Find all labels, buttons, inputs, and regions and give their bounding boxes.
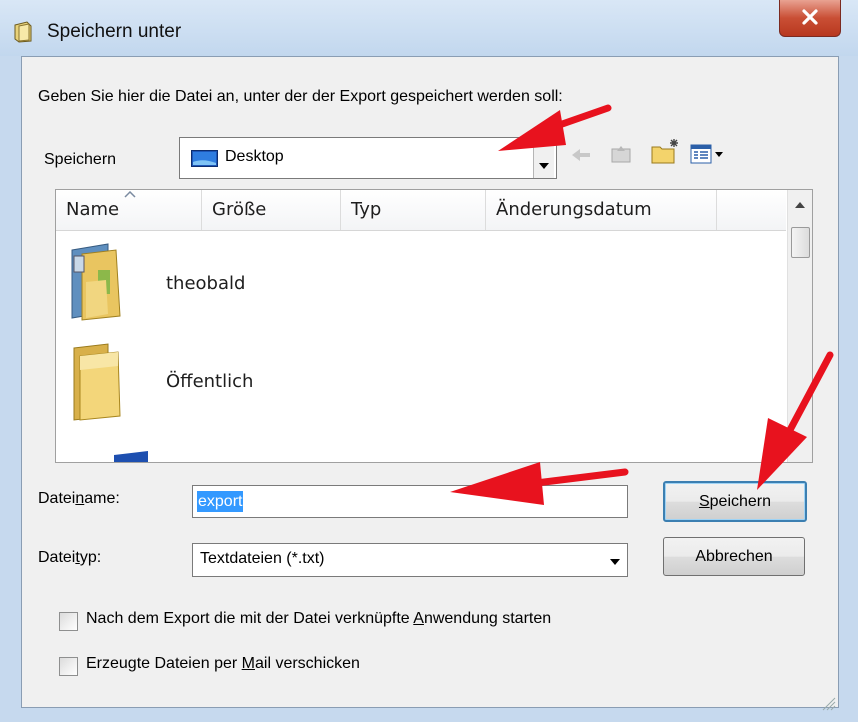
filename-input[interactable]: export bbox=[192, 485, 628, 518]
back-icon[interactable] bbox=[570, 147, 592, 168]
file-list-header: Name Größe Typ Änderungsdatum bbox=[56, 190, 786, 231]
list-item-label: theobald bbox=[166, 273, 246, 294]
filetype-dropdown-button[interactable] bbox=[605, 544, 625, 576]
save-as-dialog: Speichern unter Geben Sie hier die Datei… bbox=[0, 0, 858, 722]
window-title: Speichern unter bbox=[47, 21, 182, 42]
filetype-label: Dateityp: bbox=[38, 549, 102, 566]
launch-app-checkbox[interactable] bbox=[59, 612, 78, 631]
filetype-value: Textdateien (*.txt) bbox=[200, 550, 325, 567]
chevron-down-icon bbox=[610, 559, 620, 565]
resize-grip-icon[interactable] bbox=[822, 697, 836, 711]
filename-value: export bbox=[197, 491, 244, 512]
file-list-scrollbar[interactable] bbox=[787, 190, 812, 462]
new-folder-icon[interactable] bbox=[650, 137, 680, 170]
scroll-thumb[interactable] bbox=[791, 227, 810, 258]
send-mail-checkbox[interactable] bbox=[59, 657, 78, 676]
save-in-dropdown[interactable]: Desktop bbox=[179, 137, 557, 179]
user-folder-icon bbox=[68, 242, 126, 327]
column-header-size[interactable]: Größe bbox=[202, 190, 341, 230]
title-bar[interactable]: Speichern unter bbox=[0, 0, 858, 56]
list-item[interactable] bbox=[56, 442, 756, 462]
sort-ascending-icon bbox=[124, 191, 136, 198]
instruction-text: Geben Sie hier die Datei an, unter der d… bbox=[38, 88, 563, 105]
save-in-value: Desktop bbox=[225, 148, 284, 165]
scroll-up-icon[interactable] bbox=[795, 202, 805, 208]
view-menu-icon[interactable] bbox=[690, 143, 726, 170]
dialog-icon bbox=[13, 21, 33, 43]
computer-icon bbox=[114, 450, 150, 462]
folder-icon bbox=[68, 342, 126, 427]
close-button[interactable] bbox=[779, 0, 841, 37]
column-header-type[interactable]: Typ bbox=[341, 190, 486, 230]
column-header-name[interactable]: Name bbox=[56, 190, 202, 230]
dialog-body: Geben Sie hier die Datei an, unter der d… bbox=[21, 56, 839, 711]
desktop-icon bbox=[191, 150, 218, 173]
launch-app-label[interactable]: Nach dem Export die mit der Datei verknü… bbox=[86, 610, 551, 628]
filename-label: Dateiname: bbox=[38, 490, 120, 507]
up-folder-icon[interactable] bbox=[610, 143, 632, 170]
save-in-label: Speichern bbox=[44, 151, 117, 168]
filetype-dropdown[interactable]: Textdateien (*.txt) bbox=[192, 543, 628, 577]
save-button[interactable]: Speichern bbox=[663, 481, 807, 522]
cancel-button[interactable]: Abbrechen bbox=[663, 537, 805, 576]
close-icon bbox=[802, 9, 818, 25]
file-list[interactable]: Name Größe Typ Änderungsdatum theobald Ö… bbox=[55, 189, 813, 463]
list-item[interactable]: theobald bbox=[56, 242, 756, 332]
send-mail-label[interactable]: Erzeugte Dateien per Mail verschicken bbox=[86, 655, 360, 673]
save-in-dropdown-button[interactable] bbox=[533, 138, 554, 178]
list-item[interactable]: Öffentlich bbox=[56, 342, 756, 432]
chevron-down-icon bbox=[539, 163, 549, 169]
list-item-label: Öffentlich bbox=[166, 371, 254, 392]
column-header-modified[interactable]: Änderungsdatum bbox=[486, 190, 717, 230]
